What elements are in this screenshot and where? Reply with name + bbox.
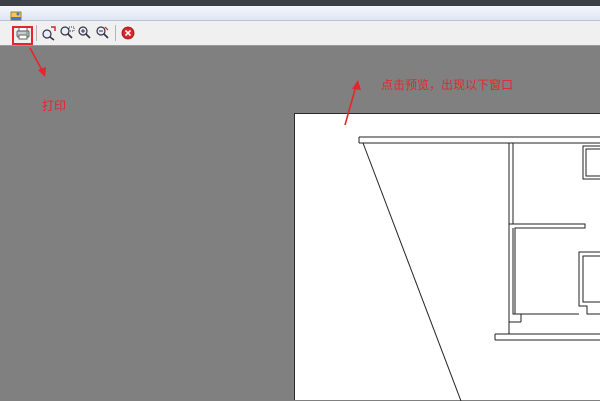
- preview-toolbar: [0, 21, 600, 46]
- zoom-fit-icon: [42, 26, 56, 41]
- floor-plan-drawing: [358, 136, 600, 401]
- close-preview-button[interactable]: [119, 24, 137, 42]
- toolbar-separator: [36, 25, 37, 41]
- preview-paper: [294, 113, 600, 401]
- zoom-window-icon: [60, 26, 75, 39]
- close-icon: [121, 26, 135, 40]
- zoom-window-button[interactable]: [58, 24, 76, 42]
- zoom-in-icon: [78, 26, 91, 39]
- print-button-highlight: [12, 26, 33, 45]
- zoom-in-button[interactable]: [76, 24, 94, 42]
- preview-annotation-label: 点击预览，出现以下窗口: [381, 78, 514, 92]
- zoom-to-fit-button[interactable]: [40, 24, 58, 42]
- app-icon: [10, 7, 22, 21]
- toolbar-separator: [115, 25, 116, 41]
- zoom-out-icon: [96, 26, 109, 39]
- title-bar: [0, 6, 600, 21]
- print-annotation-label: 打印: [42, 99, 67, 113]
- zoom-out-button[interactable]: [94, 24, 112, 42]
